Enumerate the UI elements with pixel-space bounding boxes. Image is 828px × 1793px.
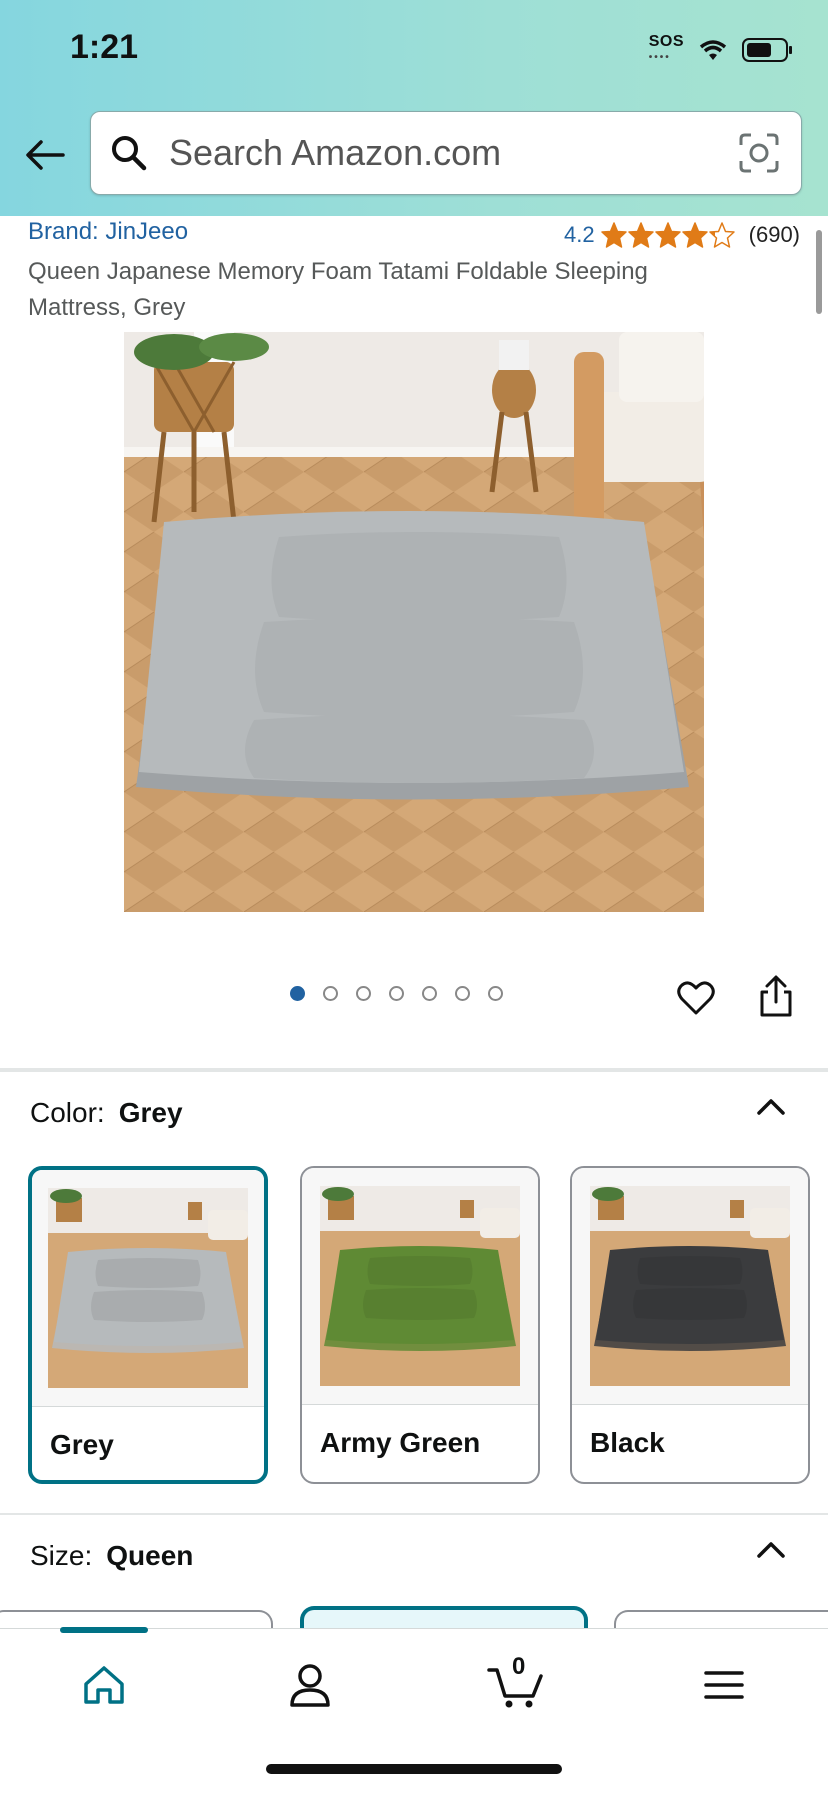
product-title: Queen Japanese Memory Foam Tatami Foldab…	[28, 258, 648, 321]
section-divider	[0, 1068, 828, 1072]
home-indicator	[266, 1764, 562, 1774]
product-image[interactable]	[124, 332, 704, 912]
rating-stars	[600, 222, 735, 248]
nav-account[interactable]	[280, 1655, 340, 1715]
swatch-thumbnail	[32, 1170, 264, 1407]
carousel-dot[interactable]	[356, 986, 371, 1001]
share-icon[interactable]	[756, 974, 796, 1018]
brand-link[interactable]: Brand: JinJeeo	[28, 218, 188, 246]
scrollbar[interactable]	[816, 230, 822, 314]
section-divider	[0, 1513, 828, 1515]
nav-menu[interactable]	[694, 1655, 754, 1715]
star-icon	[654, 222, 681, 248]
color-label: Color:	[30, 1097, 105, 1128]
color-section-header[interactable]: Color: Grey	[30, 1097, 183, 1129]
swatch-thumbnail	[572, 1168, 808, 1405]
color-selected-value: Grey	[118, 1097, 183, 1128]
battery-icon	[742, 38, 792, 62]
header-bar: 1:21 SOS ••••	[0, 0, 828, 216]
size-selected-value: Queen	[106, 1540, 194, 1571]
color-swatch-black[interactable]: Black	[570, 1166, 810, 1484]
swatch-image	[48, 1188, 248, 1388]
back-arrow-icon	[26, 140, 65, 170]
person-icon	[290, 1664, 330, 1707]
swatch-image	[320, 1186, 520, 1386]
size-label: Size:	[30, 1540, 93, 1571]
sos-indicator: SOS ••••	[648, 33, 684, 64]
wifi-icon	[699, 40, 727, 60]
chevron-up-icon[interactable]	[754, 1533, 788, 1567]
status-icons: SOS ••••	[649, 34, 794, 66]
size-section-header[interactable]: Size: Queen	[30, 1540, 193, 1572]
swatch-label: Grey	[50, 1429, 114, 1460]
status-time: 1:21	[70, 28, 139, 66]
nav-cart[interactable]: 0	[486, 1653, 546, 1715]
back-button[interactable]	[22, 132, 68, 178]
cart-count-badge: 0	[512, 1653, 526, 1680]
carousel-dot[interactable]	[422, 986, 437, 1001]
swatch-label: Army Green	[320, 1427, 481, 1458]
carousel-dot[interactable]	[323, 986, 338, 1001]
carousel-dot[interactable]	[488, 986, 503, 1001]
carousel-dot[interactable]	[290, 986, 305, 1001]
chevron-up-icon[interactable]	[754, 1090, 788, 1124]
rating-value: 4.2	[564, 222, 595, 247]
home-icon	[84, 1666, 124, 1704]
carousel-dot[interactable]	[389, 986, 404, 1001]
image-carousel-dots[interactable]	[290, 986, 503, 1001]
star-icon	[627, 222, 654, 248]
swatch-label: Black	[590, 1427, 665, 1458]
heart-icon[interactable]	[676, 978, 716, 1018]
rating-summary[interactable]: 4.2 (690)	[564, 222, 800, 248]
search-input[interactable]	[167, 131, 737, 175]
nav-active-indicator	[60, 1627, 148, 1633]
hamburger-menu-icon	[704, 1671, 744, 1699]
color-swatch-grey[interactable]: Grey	[28, 1166, 268, 1484]
nav-home[interactable]	[74, 1655, 134, 1715]
star-icon	[681, 222, 708, 248]
search-bar[interactable]	[90, 111, 802, 195]
star-icon	[600, 222, 627, 248]
color-swatch-army-green[interactable]: Army Green	[300, 1166, 540, 1484]
rating-count: (690)	[748, 222, 800, 247]
swatch-image	[590, 1186, 790, 1386]
star-icon	[708, 222, 735, 248]
camera-scan-icon[interactable]	[737, 131, 781, 175]
swatch-thumbnail	[302, 1168, 538, 1405]
search-icon	[112, 136, 147, 171]
carousel-dot[interactable]	[455, 986, 470, 1001]
